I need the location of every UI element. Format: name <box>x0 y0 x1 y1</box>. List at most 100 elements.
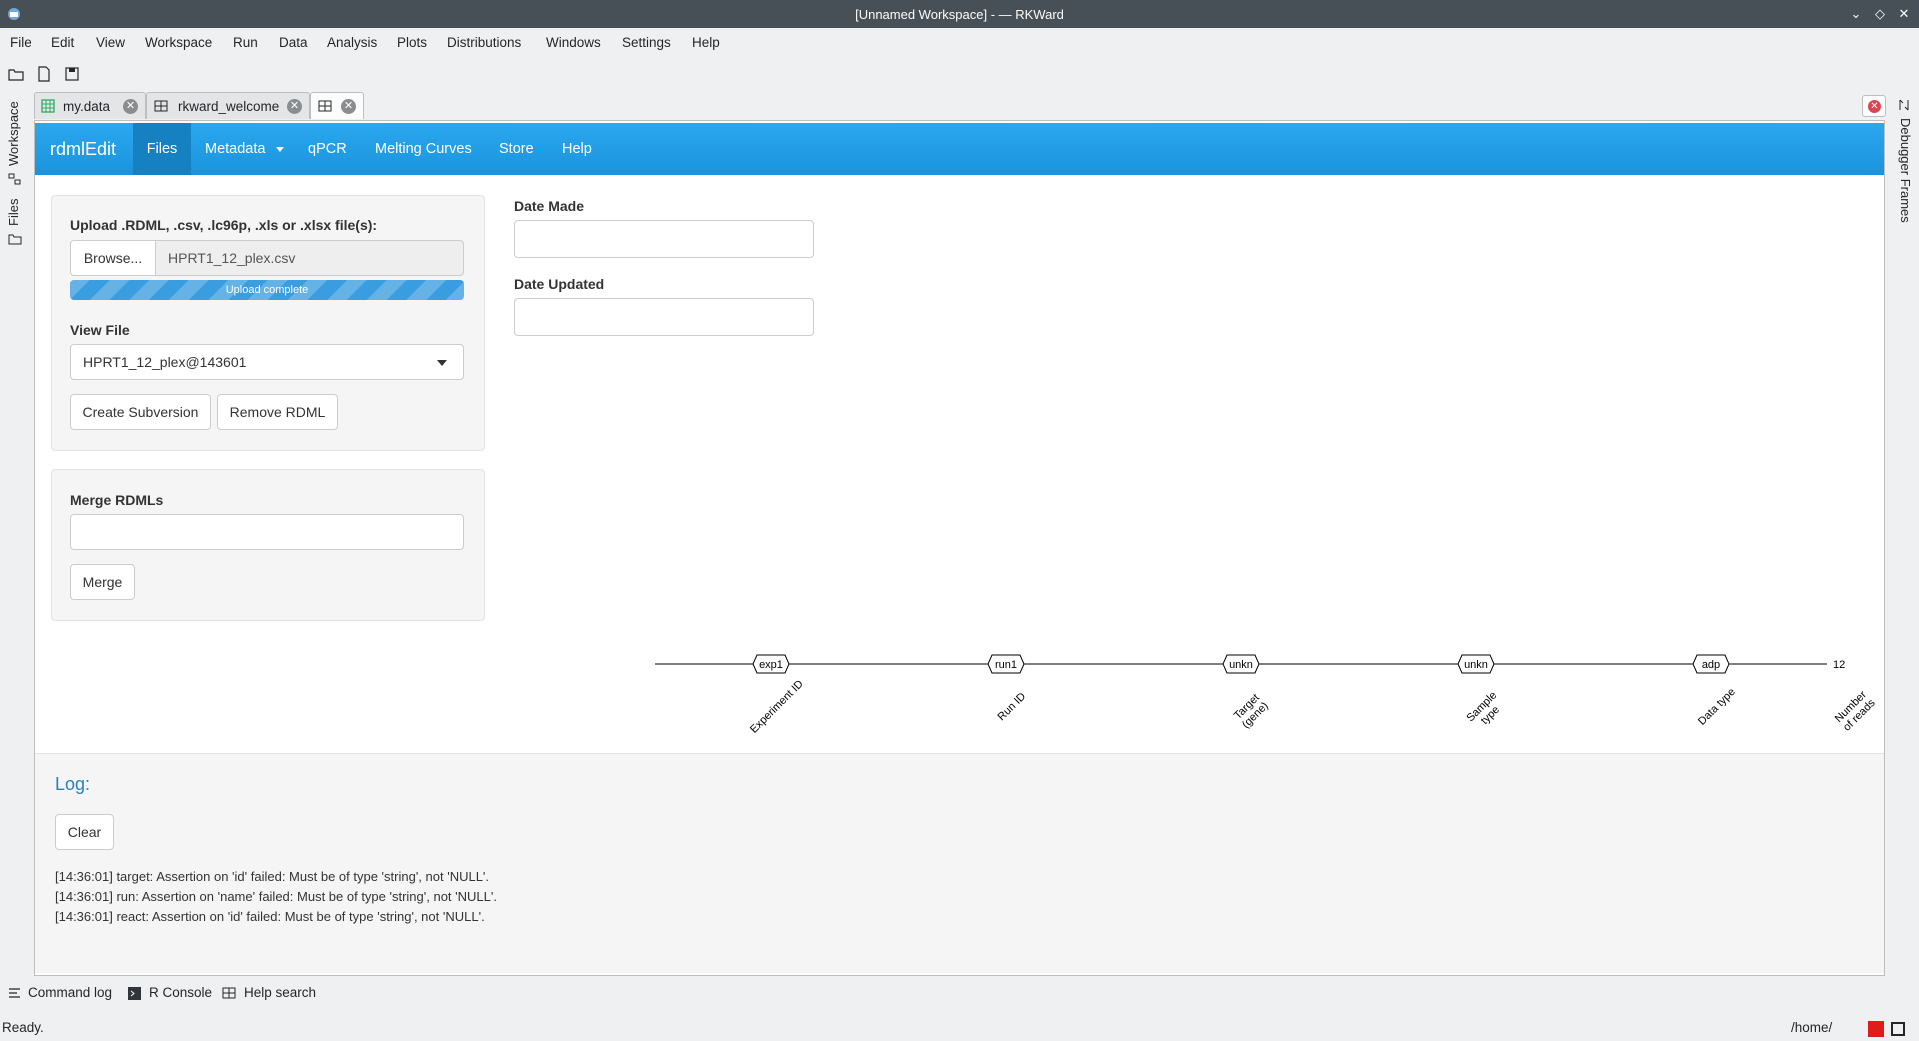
tree-axis-label: Experiment ID <box>748 678 806 736</box>
app-navbar: rdmlEdit Files Metadata qPCR Melting Cur… <box>35 123 1884 175</box>
window-titlebar: [Unnamed Workspace] - — RKWard ⌄ ◇ ✕ <box>0 0 1919 28</box>
date-made-input[interactable] <box>514 220 814 258</box>
dropdown-caret-icon <box>437 360 447 366</box>
tree-node-label: unkn <box>1464 659 1488 671</box>
date-updated-input[interactable] <box>514 298 814 336</box>
menu-plots[interactable]: Plots <box>397 35 427 50</box>
close-document-button[interactable]: ✕ <box>1862 95 1886 117</box>
maximize-icon[interactable]: ◇ <box>1871 5 1889 23</box>
tree-node-label: run1 <box>995 659 1017 671</box>
menu-run[interactable]: Run <box>233 35 258 50</box>
date-made-label: Date Made <box>514 198 585 214</box>
uploaded-filename-field: HPRT1_12_plex.csv <box>155 240 464 276</box>
menu-data[interactable]: Data <box>279 35 308 50</box>
status-text: Ready. <box>2 1020 44 1035</box>
merge-label: Merge RDMLs <box>70 492 164 508</box>
files-panel: Upload .RDML, .csv, .lc96p, .xls or .xls… <box>51 195 485 451</box>
upload-progress-text: Upload complete <box>70 280 464 300</box>
minimize-icon[interactable]: ⌄ <box>1847 5 1865 23</box>
document-tabbar: my.data ✕ rkward_welcome ✕ ✕ <box>34 92 1884 120</box>
new-script-icon[interactable] <box>36 66 52 82</box>
command-log-icon <box>9 988 20 998</box>
window-title: [Unnamed Workspace] - — RKWard <box>855 7 1064 22</box>
nav-files[interactable]: Files <box>133 123 191 175</box>
r-busy-indicator-icon <box>1868 1021 1884 1037</box>
right-sidebar: Debugger Frames <box>1889 94 1919 314</box>
nav-melting-curves[interactable]: Melting Curves <box>375 123 472 175</box>
close-tab-icon[interactable]: ✕ <box>341 99 356 114</box>
app-brand[interactable]: rdmlEdit <box>50 139 116 160</box>
debugger-icon <box>1899 99 1909 111</box>
tab-rkward-welcome[interactable]: rkward_welcome ✕ <box>146 92 310 119</box>
main-toolbar <box>0 62 200 86</box>
tree-node-label: unkn <box>1229 659 1253 671</box>
left-sidebar: Workspace Files <box>0 94 30 994</box>
close-tab-icon[interactable]: ✕ <box>287 99 302 114</box>
sidebar-workspace[interactable]: Workspace <box>6 101 21 166</box>
log-line: [14:36:01] target: Assertion on 'id' fai… <box>55 869 490 884</box>
menu-settings[interactable]: Settings <box>622 35 671 50</box>
create-subversion-button[interactable]: Create Subversion <box>70 394 211 430</box>
tab-my-data[interactable]: my.data ✕ <box>34 92 146 119</box>
tree-axis-label: Data type <box>1696 686 1738 728</box>
r-console-button[interactable]: R Console <box>149 985 212 1000</box>
log-line: [14:36:01] react: Assertion on 'id' fail… <box>55 909 485 924</box>
view-file-selected: HPRT1_12_plex@143601 <box>83 354 247 370</box>
table-icon <box>41 99 55 113</box>
menu-analysis[interactable]: Analysis <box>327 35 377 50</box>
nav-metadata[interactable]: Metadata <box>205 123 291 175</box>
nav-qpcr[interactable]: qPCR <box>308 123 347 175</box>
log-messages: [14:36:01] target: Assertion on 'id' fai… <box>55 867 497 927</box>
menu-windows[interactable]: Windows <box>546 35 601 50</box>
sidebar-files[interactable]: Files <box>6 199 21 226</box>
command-log-button[interactable]: Command log <box>28 985 112 1000</box>
menubar: File Edit View Workspace Run Data Analys… <box>0 30 1919 56</box>
tree-end-count: 12 <box>1833 659 1845 671</box>
tree-axis-label: Sampletype <box>1464 689 1507 732</box>
rdmledit-app: rdmlEdit Files Metadata qPCR Melting Cur… <box>34 120 1885 976</box>
workspace-icon <box>8 173 21 185</box>
nav-metadata-label: Metadata <box>205 141 266 157</box>
help-search-icon <box>222 987 236 999</box>
upload-progress-bar: Upload complete <box>70 280 464 300</box>
tab-rdmledit[interactable]: ✕ <box>310 92 364 119</box>
browse-button[interactable]: Browse... <box>70 240 156 276</box>
menu-file[interactable]: File <box>10 35 32 50</box>
remove-rdml-button[interactable]: Remove RDML <box>217 394 338 430</box>
rdml-structure-tree: exp1 run1 unkn unkn adp 12 Experiment ID Run ID… <box>655 654 1878 736</box>
clear-log-button[interactable]: Clear <box>55 814 114 850</box>
merge-button[interactable]: Merge <box>70 564 135 600</box>
nav-help[interactable]: Help <box>562 123 592 175</box>
view-file-select[interactable]: HPRT1_12_plex@143601 <box>70 344 464 380</box>
tree-node-label: adp <box>1702 659 1720 671</box>
caret-down-icon <box>275 146 284 152</box>
tree-axis-label: Numberof reads <box>1833 688 1878 733</box>
menu-workspace[interactable]: Workspace <box>145 35 212 50</box>
stop-icon[interactable] <box>1891 1022 1905 1036</box>
help-icon <box>154 100 168 112</box>
menu-edit[interactable]: Edit <box>51 35 74 50</box>
tool-window-bar: Command log R Console Help search <box>0 982 600 1006</box>
menu-distributions[interactable]: Distributions <box>447 35 521 50</box>
merge-rdmls-input[interactable] <box>70 514 464 550</box>
tree-node-label: exp1 <box>759 659 783 671</box>
help-icon <box>318 100 332 112</box>
tab-label: rkward_welcome <box>178 99 280 114</box>
open-folder-icon[interactable] <box>8 66 24 82</box>
r-console-icon <box>128 987 141 1000</box>
tree-axis-label: Run ID <box>996 690 1029 723</box>
close-window-icon[interactable]: ✕ <box>1895 5 1913 23</box>
sidebar-debugger-frames[interactable]: Debugger Frames <box>1898 118 1913 223</box>
status-path: /home/ <box>1791 1020 1833 1035</box>
log-line: [14:36:01] run: Assertion on 'name' fail… <box>55 889 497 904</box>
view-file-label: View File <box>70 322 130 338</box>
help-search-button[interactable]: Help search <box>244 985 316 1000</box>
close-tab-icon[interactable]: ✕ <box>123 99 138 114</box>
save-icon[interactable] <box>64 66 80 82</box>
nav-store[interactable]: Store <box>499 123 534 175</box>
log-title: Log: <box>55 774 91 794</box>
menu-help[interactable]: Help <box>692 35 720 50</box>
upload-label: Upload .RDML, .csv, .lc96p, .xls or .xls… <box>70 217 378 233</box>
menu-view[interactable]: View <box>96 35 125 50</box>
merge-panel: Merge RDMLs Merge <box>51 469 485 621</box>
